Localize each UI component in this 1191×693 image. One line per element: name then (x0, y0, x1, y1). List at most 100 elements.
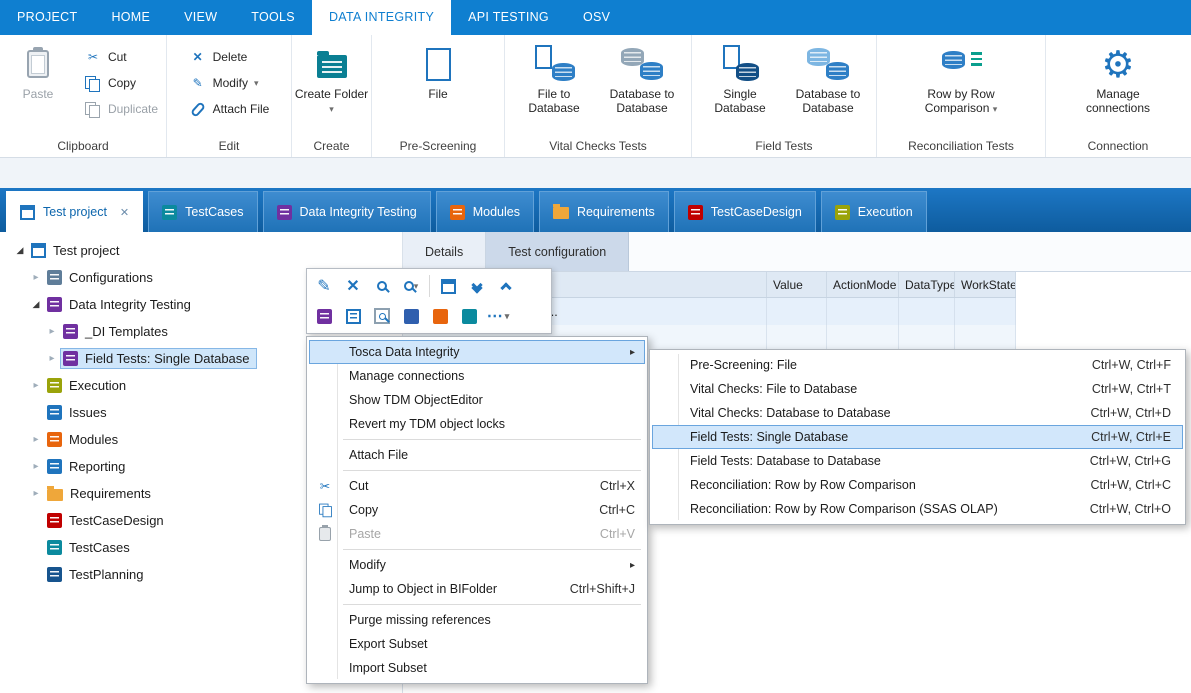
create-folder-button[interactable]: Create Folder ▾ (292, 39, 371, 116)
tab-requirements[interactable]: Requirements (539, 191, 669, 232)
submenu-item-field-tests-single-database[interactable]: Field Tests: Single Database Ctrl+W, Ctr… (652, 425, 1183, 449)
submenu-item-vital-checks-file-to-database[interactable]: Vital Checks: File to Database Ctrl+W, C… (652, 377, 1183, 401)
menubar: PROJECT HOME VIEW TOOLS DATA INTEGRITY A… (0, 0, 1191, 35)
indigo-box-icon[interactable] (398, 303, 424, 329)
column-header-workstate[interactable]: WorkState (955, 272, 1016, 297)
submenu-item-vital-checks-database-to-database[interactable]: Vital Checks: Database to Database Ctrl+… (652, 401, 1183, 425)
menu-api-testing[interactable]: API TESTING (451, 0, 566, 35)
ribbon: Paste ✂ Cut Copy Duplicate (0, 35, 1191, 158)
expander-icon[interactable]: ▸ (28, 380, 44, 391)
expander-icon[interactable]: ▸ (28, 272, 44, 283)
field-database-to-database-button[interactable]: Database to Database (784, 39, 872, 115)
delete-button[interactable]: ✕ Delete (181, 44, 278, 70)
menu-tools[interactable]: TOOLS (234, 0, 312, 35)
duplicate-button[interactable]: Duplicate (76, 96, 166, 122)
tab-data-integrity-testing[interactable]: Data Integrity Testing (263, 191, 431, 232)
menu-item-cut[interactable]: ✂ Cut Ctrl+X (309, 474, 645, 498)
group-label-field-tests: Field Tests (692, 136, 876, 157)
submenu-item-reconciliation-row-by-row[interactable]: Reconciliation: Row by Row Comparison Ct… (652, 473, 1183, 497)
column-header-value[interactable]: Value (767, 272, 827, 297)
tab-testcasedesign[interactable]: TestCaseDesign (674, 191, 816, 232)
more-options-icon[interactable]: ⋯▾ (485, 303, 511, 329)
expander-icon[interactable]: ▸ (44, 353, 60, 364)
tab-testcases[interactable]: TestCases (148, 191, 257, 232)
group-label-reconciliation: Reconciliation Tests (877, 136, 1045, 157)
database-to-database-button[interactable]: Database to Database (598, 39, 686, 115)
menu-item-attach-file[interactable]: Attach File (309, 443, 645, 467)
clipboard-icon (27, 50, 49, 78)
menu-data-integrity[interactable]: DATA INTEGRITY (312, 0, 451, 35)
file-icon (426, 48, 451, 81)
attach-file-button[interactable]: Attach File (181, 96, 278, 122)
close-icon[interactable]: ✕ (120, 206, 129, 219)
submenu-item-pre-screening-file[interactable]: Pre-Screening: File Ctrl+W, Ctrl+F (652, 353, 1183, 377)
data-integrity-icon (277, 205, 292, 220)
group-label-connection: Connection (1046, 136, 1190, 157)
menu-item-export-subset[interactable]: Export Subset (309, 632, 645, 656)
tab-test-configuration[interactable]: Test configuration (486, 232, 629, 271)
cut-button[interactable]: ✂ Cut (76, 44, 166, 70)
manage-connections-button[interactable]: ⚙ Manage connections (1074, 39, 1162, 115)
gear-icon: ⚙ (1101, 46, 1134, 83)
search-icon[interactable] (369, 273, 395, 299)
modules-icon (450, 205, 465, 220)
group-label-pre-screening: Pre-Screening (372, 136, 504, 157)
expand-all-icon[interactable] (464, 273, 490, 299)
row-by-row-comparison-button[interactable]: Row by Row Comparison ▾ (917, 39, 1005, 116)
group-label-clipboard: Clipboard (0, 136, 166, 157)
table-view-icon[interactable] (435, 273, 461, 299)
menu-item-show-tdm-objecteditor[interactable]: Show TDM ObjectEditor (309, 388, 645, 412)
tab-details[interactable]: Details (403, 232, 486, 271)
menu-view[interactable]: VIEW (167, 0, 234, 35)
expander-icon[interactable]: ▸ (28, 461, 44, 472)
expander-icon[interactable]: ▸ (44, 326, 60, 337)
pre-screening-file-button[interactable]: File (394, 39, 482, 101)
scissors-icon: ✂ (84, 50, 102, 64)
search-options-icon[interactable]: ▾ (398, 273, 424, 299)
tree-item-test-project[interactable]: ◢ Test project (0, 237, 402, 264)
menu-item-purge-missing-references[interactable]: Purge missing references (309, 608, 645, 632)
menu-item-copy[interactable]: Copy Ctrl+C (309, 498, 645, 522)
menu-project[interactable]: PROJECT (0, 0, 94, 35)
paste-button[interactable]: Paste (0, 39, 76, 101)
menu-item-import-subset[interactable]: Import Subset (309, 656, 645, 680)
submenu-item-field-tests-database-to-database[interactable]: Field Tests: Database to Database Ctrl+W… (652, 449, 1183, 473)
caret-down-icon: ▾ (993, 104, 998, 114)
tab-execution[interactable]: Execution (821, 191, 927, 232)
toolbar-separator (429, 275, 430, 297)
menu-item-tosca-data-integrity[interactable]: Tosca Data Integrity ▸ (309, 340, 645, 364)
list-view-icon[interactable] (340, 303, 366, 329)
copy-button[interactable]: Copy (76, 70, 166, 96)
group-label-vital-checks: Vital Checks Tests (505, 136, 691, 157)
search-folder-icon[interactable] (369, 303, 395, 329)
menu-item-paste[interactable]: Paste Ctrl+V (309, 522, 645, 546)
tab-test-project[interactable]: Test project ✕ (6, 191, 143, 232)
row-by-row-comparison-icon (940, 45, 982, 83)
rename-icon[interactable]: ✎ (311, 273, 337, 299)
expander-icon[interactable]: ▸ (28, 488, 44, 499)
submenu-item-reconciliation-row-by-row-ssas-olap[interactable]: Reconciliation: Row by Row Comparison (S… (652, 497, 1183, 521)
expander-icon[interactable]: ▸ (28, 434, 44, 445)
expander-icon[interactable]: ◢ (28, 299, 44, 310)
tab-modules[interactable]: Modules (436, 191, 534, 232)
menu-item-modify[interactable]: Modify ▸ (309, 553, 645, 577)
delete-x-icon[interactable]: ✕ (340, 273, 366, 299)
copy-icon (316, 503, 334, 518)
orange-box-icon[interactable] (427, 303, 453, 329)
caret-down-icon: ▾ (254, 78, 259, 89)
column-header-datatype[interactable]: DataType (899, 272, 955, 297)
di-element-icon[interactable] (311, 303, 337, 329)
column-header-actionmode[interactable]: ActionMode (827, 272, 899, 297)
menu-item-revert-tdm-object-locks[interactable]: Revert my TDM object locks (309, 412, 645, 436)
collapse-all-icon[interactable] (493, 273, 519, 299)
teal-box-icon[interactable] (456, 303, 482, 329)
single-database-button[interactable]: Single Database (696, 39, 784, 115)
menu-home[interactable]: HOME (94, 0, 167, 35)
mini-toolbar: ✎ ✕ ▾ ⋯▾ (306, 268, 552, 334)
menu-osv[interactable]: OSV (566, 0, 627, 35)
modify-button[interactable]: ✎ Modify ▾ (181, 70, 278, 96)
file-to-database-button[interactable]: File to Database (510, 39, 598, 115)
expander-icon[interactable]: ◢ (12, 245, 28, 256)
menu-item-jump-to-object-in-bifolder[interactable]: Jump to Object in BIFolder Ctrl+Shift+J (309, 577, 645, 601)
menu-item-manage-connections[interactable]: Manage connections (309, 364, 645, 388)
